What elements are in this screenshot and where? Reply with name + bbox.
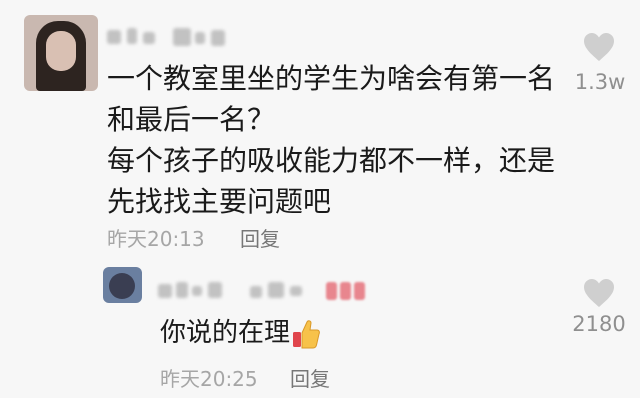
like-button[interactable]: 1.3w <box>570 32 630 102</box>
thumbs-up-emoji-icon <box>293 319 320 348</box>
avatar[interactable] <box>24 15 98 91</box>
reply-like-button[interactable]: 2180 <box>568 278 630 348</box>
reply-timestamp: 昨天20:25 <box>160 367 258 391</box>
reply-text: 你说的在理 <box>160 313 320 353</box>
like-count: 1.3w <box>574 70 626 94</box>
comment-text-line: 每个孩子的吸收能力都不一样，还是 <box>107 144 556 177</box>
heart-icon <box>584 33 614 61</box>
reply-reply-button[interactable]: 回复 <box>290 363 330 392</box>
comment-text: 一个教室里坐的学生为啥会有第一名 和最后一名？ 每个孩子的吸收能力都不一样，还是… <box>107 58 556 222</box>
reply-like-count: 2180 <box>572 312 626 336</box>
comment-timestamp: 昨天20:13 <box>107 227 205 251</box>
comment-text-line: 一个教室里坐的学生为啥会有第一名 <box>107 62 556 95</box>
heart-icon <box>584 279 614 307</box>
username-blurred[interactable] <box>107 28 232 46</box>
reply-username-blurred[interactable] <box>158 282 378 300</box>
comment-item: 一个教室里坐的学生为啥会有第一名 和最后一名？ 每个孩子的吸收能力都不一样，还是… <box>0 0 640 252</box>
comment-text-line: 先找找主要问题吧 <box>107 185 332 218</box>
reply-button[interactable]: 回复 <box>240 223 280 252</box>
reply-avatar[interactable] <box>103 267 142 303</box>
comment-text-line: 和最后一名？ <box>107 103 276 136</box>
reply-item: 你说的在理 昨天20:25 回复 2180 <box>0 250 640 398</box>
reply-text-content: 你说的在理 <box>160 318 291 348</box>
